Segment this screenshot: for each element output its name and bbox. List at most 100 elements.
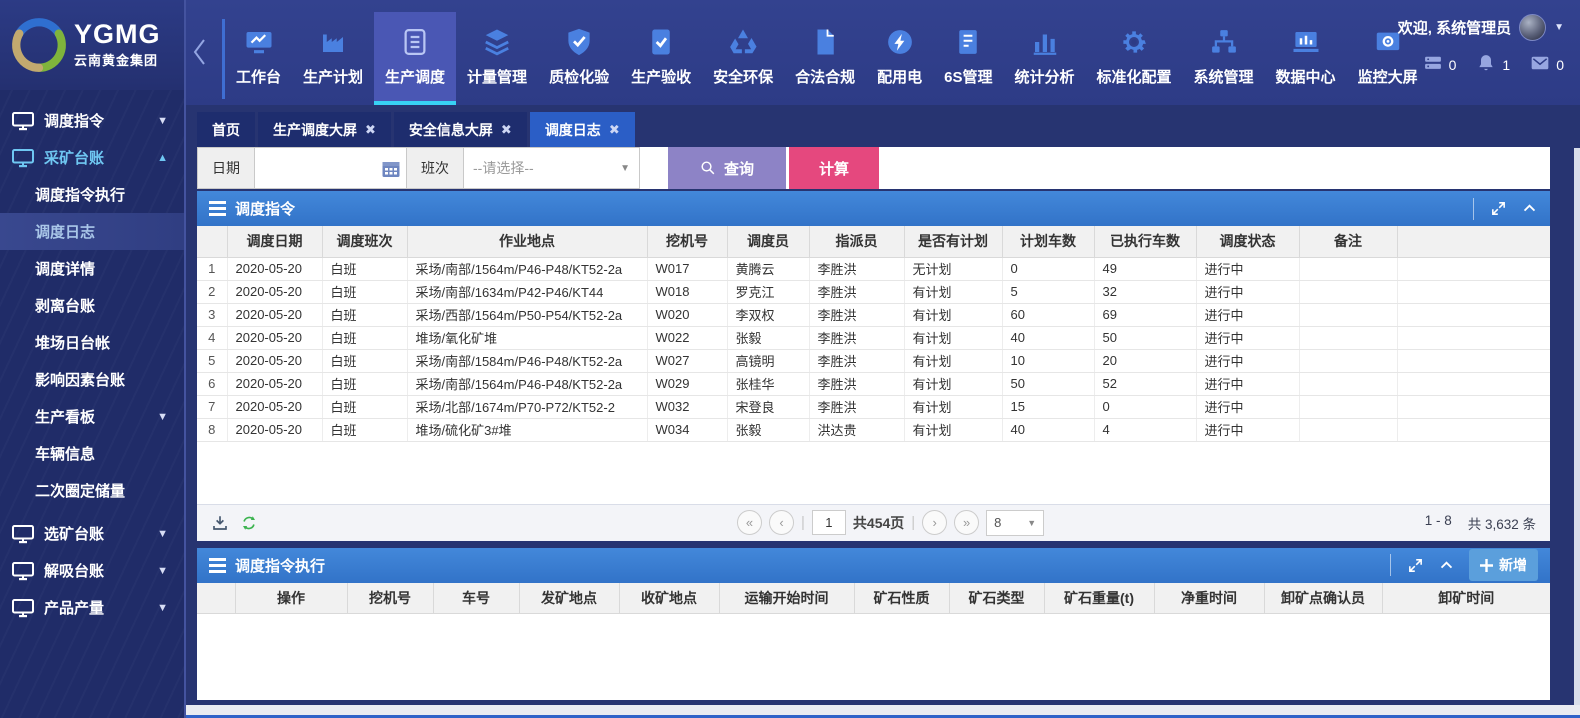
last-page-button[interactable]: » xyxy=(954,510,979,535)
sidebar-item-dispatch-execution[interactable]: 调度指令执行 xyxy=(0,176,184,213)
nav-item-6s-management[interactable]: 6S管理 xyxy=(933,12,1003,105)
nav-item-label: 生产调度 xyxy=(385,66,445,87)
table-row[interactable]: 22020-05-20白班采场/南部/1634m/P42-P46/KT44W01… xyxy=(197,280,1550,303)
prev-page-button[interactable]: ‹ xyxy=(769,510,794,535)
vertical-scrollbar[interactable] xyxy=(1574,148,1580,705)
sidebar-item-product-output[interactable]: 产品产量▼ xyxy=(0,589,184,626)
nav-item-metering[interactable]: 计量管理 xyxy=(456,12,538,105)
column-header: 净重时间 xyxy=(1154,583,1264,614)
messages-indicator[interactable]: 0 xyxy=(1530,53,1564,76)
table-cell: 进行中 xyxy=(1196,349,1299,372)
table-cell: 罗克江 xyxy=(727,280,809,303)
top-nav: 工作台生产计划生产调度计量管理质检化验生产验收安全环保合法合规配用电6S管理统计… xyxy=(222,12,1429,105)
expand-icon[interactable] xyxy=(1490,200,1507,217)
page-number-input[interactable] xyxy=(812,510,846,535)
chevron-up-icon: ▲ xyxy=(157,152,168,164)
sidebar: YGMG 云南黄金集团 调度指令▼采矿台账▲调度指令执行调度日志调度详情剥离台账… xyxy=(0,0,186,718)
table-cell: 2020-05-20 xyxy=(227,280,322,303)
table-row[interactable]: 62020-05-20白班采场/南部/1564m/P46-P48/KT52-2a… xyxy=(197,372,1550,395)
sidebar-item-label: 二次圈定储量 xyxy=(35,480,125,501)
tab-home[interactable]: 首页 xyxy=(197,112,255,147)
table-cell: 黄腾云 xyxy=(727,257,809,280)
brand-name: YGMG xyxy=(74,21,161,47)
add-button[interactable]: 新增 xyxy=(1469,549,1538,581)
notifications-indicator[interactable]: 1 xyxy=(1476,53,1510,76)
sidebar-item-dispatch-command[interactable]: 调度指令▼ xyxy=(0,102,184,139)
chevron-down-icon: ▼ xyxy=(157,411,168,423)
page-size-select[interactable]: 8 ▼ xyxy=(986,510,1044,536)
sidebar-collapse-icon[interactable] xyxy=(189,32,211,72)
sidebar-item-vehicle-info[interactable]: 车辆信息 xyxy=(0,435,184,472)
avatar[interactable] xyxy=(1519,14,1546,41)
calendar-icon[interactable] xyxy=(381,159,401,179)
table-row[interactable]: 82020-05-20白班堆场/硫化矿3#堆W034张毅洪达贵有计划404进行中 xyxy=(197,418,1550,441)
table-cell: 采场/西部/1564m/P50-P54/KT52-2a xyxy=(407,303,647,326)
sidebar-item-dispatch-log[interactable]: 调度日志 xyxy=(0,213,184,250)
sidebar-item-secondary-reserves[interactable]: 二次圈定储量 xyxy=(0,472,184,509)
plus-icon xyxy=(1480,559,1493,572)
sidebar-item-beneficiation-ledger[interactable]: 选矿台账▼ xyxy=(0,515,184,552)
dispatch-table: 调度日期调度班次作业地点挖机号调度员指派员是否有计划计划车数已执行车数调度状态备… xyxy=(197,226,1550,442)
shift-select[interactable]: --请选择-- ▼ xyxy=(464,147,640,189)
tab-safety-info-screen[interactable]: 安全信息大屏✖ xyxy=(394,112,527,147)
tasks-indicator[interactable]: 0 xyxy=(1423,53,1457,76)
column-header: 车号 xyxy=(433,583,519,614)
sidebar-item-desorption-ledger[interactable]: 解吸台账▼ xyxy=(0,552,184,589)
table-cell: 宋登良 xyxy=(727,395,809,418)
nav-item-compliance[interactable]: 合法合规 xyxy=(784,12,866,105)
column-header: 挖机号 xyxy=(647,226,727,257)
table-row[interactable]: 12020-05-20白班采场/南部/1564m/P46-P48/KT52-2a… xyxy=(197,257,1550,280)
nav-item-production-acceptance[interactable]: 生产验收 xyxy=(620,12,702,105)
table-cell xyxy=(1397,418,1550,441)
tasks-count: 0 xyxy=(1449,57,1457,73)
filter-bar: 日期 班次 --请选择-- ▼ 查询 计算 xyxy=(197,147,1550,189)
nav-item-power-distribution[interactable]: 配用电 xyxy=(866,12,933,105)
nav-item-quality-inspection[interactable]: 质检化验 xyxy=(538,12,620,105)
table-row[interactable]: 32020-05-20白班采场/西部/1564m/P50-P54/KT52-2a… xyxy=(197,303,1550,326)
sidebar-item-production-board[interactable]: 生产看板▼ xyxy=(0,398,184,435)
date-label: 日期 xyxy=(197,147,255,189)
query-button[interactable]: 查询 xyxy=(668,147,786,189)
collapse-panel-icon[interactable] xyxy=(1438,557,1455,574)
table-cell: 采场/南部/1584m/P46-P48/KT52-2a xyxy=(407,349,647,372)
table-cell: 进行中 xyxy=(1196,418,1299,441)
sidebar-item-mining-ledger[interactable]: 采矿台账▲ xyxy=(0,139,184,176)
download-icon[interactable] xyxy=(211,514,229,532)
table-cell: W022 xyxy=(647,326,727,349)
monitor-icon xyxy=(12,111,34,131)
calc-button[interactable]: 计算 xyxy=(789,147,879,189)
sidebar-item-stripping-ledger[interactable]: 剥离台账 xyxy=(0,287,184,324)
tab-production-dispatch-screen[interactable]: 生产调度大屏✖ xyxy=(258,112,391,147)
nav-item-standardization[interactable]: 标准化配置 xyxy=(1086,12,1183,105)
refresh-icon[interactable] xyxy=(240,514,258,532)
nav-item-production-dispatch[interactable]: 生产调度 xyxy=(374,12,456,105)
table-cell: 李胜洪 xyxy=(809,326,904,349)
next-page-button[interactable]: › xyxy=(922,510,947,535)
sidebar-item-label: 选矿台账 xyxy=(44,523,104,544)
table-row[interactable]: 72020-05-20白班采场/北部/1674m/P70-P72/KT52-2W… xyxy=(197,395,1550,418)
tab-dispatch-log[interactable]: 调度日志✖ xyxy=(530,112,635,147)
table-row[interactable]: 52020-05-20白班采场/南部/1584m/P46-P48/KT52-2a… xyxy=(197,349,1550,372)
select-caret-icon: ▼ xyxy=(1027,518,1036,528)
table-cell: 采场/南部/1634m/P42-P46/KT44 xyxy=(407,280,647,303)
first-page-button[interactable]: « xyxy=(737,510,762,535)
close-icon[interactable]: ✖ xyxy=(501,122,512,138)
collapse-panel-icon[interactable] xyxy=(1521,200,1538,217)
nav-item-statistics[interactable]: 统计分析 xyxy=(1004,12,1086,105)
table-cell: 进行中 xyxy=(1196,303,1299,326)
nav-item-production-plan[interactable]: 生产计划 xyxy=(292,12,374,105)
table-row[interactable]: 42020-05-20白班堆场/氧化矿堆W022张毅李胜洪有计划4050进行中 xyxy=(197,326,1550,349)
sidebar-item-impact-factor-ledger[interactable]: 影响因素台账 xyxy=(0,361,184,398)
shift-select-value: --请选择-- xyxy=(473,158,534,178)
monitor-icon xyxy=(12,598,34,618)
nav-item-system-management[interactable]: 系统管理 xyxy=(1183,12,1265,105)
nav-item-data-center[interactable]: 数据中心 xyxy=(1265,12,1347,105)
expand-icon[interactable] xyxy=(1407,557,1424,574)
user-menu-caret-icon[interactable]: ▼ xyxy=(1554,22,1564,33)
close-icon[interactable]: ✖ xyxy=(609,122,620,138)
nav-item-safety-environment[interactable]: 安全环保 xyxy=(702,12,784,105)
sidebar-item-yard-daily-ledger[interactable]: 堆场日台帐 xyxy=(0,324,184,361)
sidebar-item-dispatch-detail[interactable]: 调度详情 xyxy=(0,250,184,287)
nav-item-workbench[interactable]: 工作台 xyxy=(225,12,292,105)
close-icon[interactable]: ✖ xyxy=(365,122,376,138)
